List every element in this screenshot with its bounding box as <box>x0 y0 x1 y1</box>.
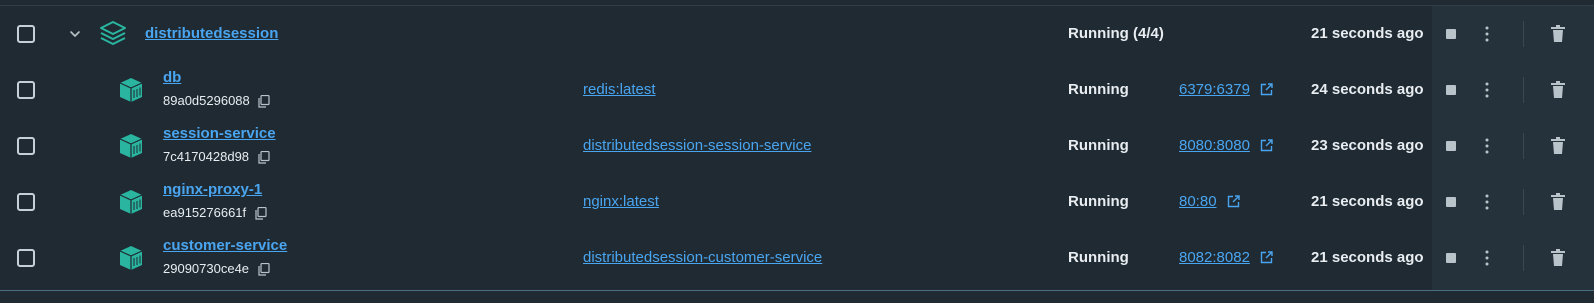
container-row[interactable]: nginx-proxy-1 ea915276661f nginx:latest … <box>0 174 1594 230</box>
external-link-icon[interactable] <box>1260 83 1274 96</box>
trash-icon[interactable] <box>1550 81 1566 99</box>
row-checkbox[interactable] <box>17 193 35 211</box>
trash-icon[interactable] <box>1550 249 1566 267</box>
time-text: 21 seconds ago <box>1311 193 1424 210</box>
table-bottom-border <box>0 290 1594 291</box>
copy-icon[interactable] <box>258 95 270 108</box>
container-name-link[interactable]: nginx-proxy-1 <box>163 181 262 198</box>
row-checkbox[interactable] <box>17 81 35 99</box>
port-link[interactable]: 6379:6379 <box>1179 81 1274 99</box>
image-link[interactable]: distributedsession-session-service <box>583 137 811 154</box>
port-text[interactable]: 8080:8080 <box>1179 137 1250 154</box>
status-text: Running <box>1068 81 1129 98</box>
group-name-link[interactable]: distributedsession <box>145 25 278 42</box>
container-icon <box>119 246 143 270</box>
trash-icon[interactable] <box>1550 193 1566 211</box>
container-row[interactable]: session-service 7c4170428d98 distributed… <box>0 118 1594 174</box>
stop-icon[interactable] <box>1446 141 1456 151</box>
port-text[interactable]: 6379:6379 <box>1179 81 1250 98</box>
row-checkbox[interactable] <box>17 137 35 155</box>
time-text: 24 seconds ago <box>1311 81 1424 98</box>
more-vertical-icon[interactable] <box>1484 194 1490 210</box>
action-divider <box>1523 21 1524 47</box>
port-link[interactable]: 8080:8080 <box>1179 137 1274 155</box>
containers-table: distributedsession Running (4/4) 21 seco… <box>0 0 1594 303</box>
container-id: 29090730ce4e <box>163 261 270 276</box>
port-link[interactable]: 8082:8082 <box>1179 249 1274 267</box>
chevron-down-icon[interactable] <box>67 26 83 42</box>
action-divider <box>1523 133 1524 159</box>
more-vertical-icon[interactable] <box>1484 250 1490 266</box>
container-id-text: 7c4170428d98 <box>163 149 250 164</box>
container-id: ea915276661f <box>163 205 267 220</box>
group-status: Running (4/4) <box>1068 25 1164 42</box>
container-id-text: 29090730ce4e <box>163 261 250 276</box>
copy-icon[interactable] <box>255 207 267 220</box>
container-icon <box>119 134 143 158</box>
stop-icon[interactable] <box>1446 85 1456 95</box>
action-divider <box>1523 77 1524 103</box>
external-link-icon[interactable] <box>1260 251 1274 264</box>
container-id: 89a0d5296088 <box>163 93 270 108</box>
container-id: 7c4170428d98 <box>163 149 270 164</box>
port-text[interactable]: 80:80 <box>1179 193 1217 210</box>
trash-icon[interactable] <box>1550 25 1566 43</box>
copy-icon[interactable] <box>258 263 270 276</box>
container-icon <box>119 190 143 214</box>
stop-icon[interactable] <box>1446 197 1456 207</box>
port-text[interactable]: 8082:8082 <box>1179 249 1250 266</box>
container-row[interactable]: customer-service 29090730ce4e distribute… <box>0 230 1594 286</box>
group-time: 21 seconds ago <box>1311 25 1424 42</box>
action-divider <box>1523 189 1524 215</box>
trash-icon[interactable] <box>1550 137 1566 155</box>
more-vertical-icon[interactable] <box>1484 82 1490 98</box>
image-link[interactable]: distributedsession-customer-service <box>583 249 822 266</box>
status-text: Running <box>1068 137 1129 154</box>
image-link[interactable]: redis:latest <box>583 81 656 98</box>
container-icon <box>119 78 143 102</box>
group-row[interactable]: distributedsession Running (4/4) 21 seco… <box>0 6 1594 62</box>
more-vertical-icon[interactable] <box>1484 138 1490 154</box>
port-link[interactable]: 80:80 <box>1179 193 1240 211</box>
container-row[interactable]: db 89a0d5296088 redis:latest Running 637… <box>0 62 1594 118</box>
stop-icon[interactable] <box>1446 29 1456 39</box>
status-text: Running <box>1068 193 1129 210</box>
container-name-link[interactable]: db <box>163 69 181 86</box>
container-name-link[interactable]: session-service <box>163 125 276 142</box>
time-text: 21 seconds ago <box>1311 249 1424 266</box>
image-link[interactable]: nginx:latest <box>583 193 659 210</box>
container-id-text: ea915276661f <box>163 205 247 220</box>
stop-icon[interactable] <box>1446 253 1456 263</box>
container-name-link[interactable]: customer-service <box>163 237 287 254</box>
group-checkbox[interactable] <box>17 25 35 43</box>
action-divider <box>1523 245 1524 271</box>
status-text: Running <box>1068 249 1129 266</box>
external-link-icon[interactable] <box>1227 195 1240 208</box>
external-link-icon[interactable] <box>1260 139 1274 152</box>
stack-icon <box>100 21 126 45</box>
copy-icon[interactable] <box>258 151 270 164</box>
row-checkbox[interactable] <box>17 249 35 267</box>
time-text: 23 seconds ago <box>1311 137 1424 154</box>
more-vertical-icon[interactable] <box>1484 26 1490 42</box>
container-id-text: 89a0d5296088 <box>163 93 250 108</box>
